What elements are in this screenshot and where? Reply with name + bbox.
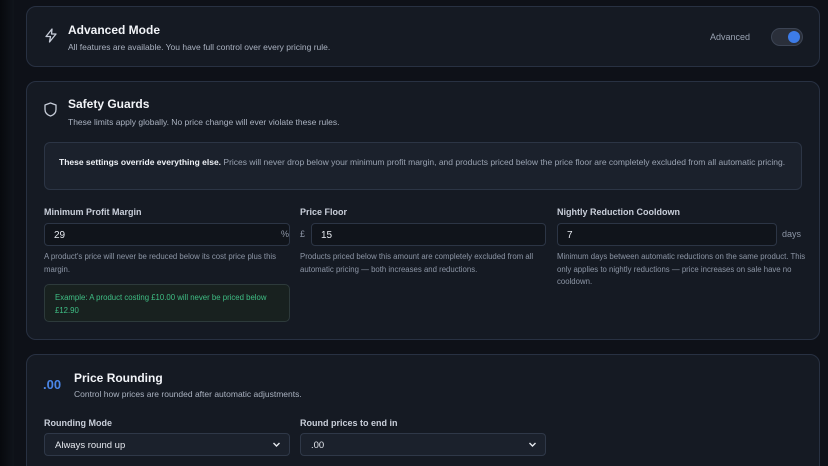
toggle-knob <box>788 31 800 43</box>
advanced-mode-toggle[interactable] <box>771 28 803 46</box>
price-rounding-card: .00 Price Rounding Control how prices ar… <box>26 354 820 466</box>
round-end-label: Round prices to end in <box>300 418 398 428</box>
rounding-mode-select[interactable]: Always round up <box>44 433 290 456</box>
margin-example: Example: A product costing £10.00 will n… <box>44 284 290 322</box>
shield-icon <box>44 102 57 122</box>
round-end-value: .00 <box>311 440 325 451</box>
min-margin-label: Minimum Profit Margin <box>44 207 142 217</box>
settings-page: Advanced Mode All features are available… <box>0 0 828 466</box>
cooldown-input[interactable]: 7 <box>557 223 777 246</box>
cooldown-unit: days <box>782 229 802 239</box>
safety-guards-description: These limits apply globally. No price ch… <box>68 117 340 127</box>
advanced-mode-description: All features are available. You have ful… <box>68 42 331 52</box>
price-floor-prefix: £ <box>300 229 306 239</box>
notice-text: Prices will never drop below your minimu… <box>221 157 786 167</box>
rounding-mode-label: Rounding Mode <box>44 418 112 428</box>
advanced-mode-title: Advanced Mode <box>68 23 161 37</box>
price-floor-label: Price Floor <box>300 207 348 217</box>
min-margin-unit: % <box>281 229 290 239</box>
advanced-toggle-label: Advanced <box>709 32 750 42</box>
safety-guards-card: Safety Guards These limits apply globall… <box>26 81 820 340</box>
price-rounding-title: Price Rounding <box>74 371 163 385</box>
chevron-down-icon <box>272 440 281 452</box>
price-floor-input[interactable]: 15 <box>311 223 546 246</box>
chevron-down-icon <box>528 440 537 452</box>
cooldown-help: Minimum days between automatic reduction… <box>557 252 806 286</box>
advanced-mode-card: Advanced Mode All features are available… <box>26 6 820 67</box>
round-end-select[interactable]: .00 <box>300 433 546 456</box>
safety-guards-title: Safety Guards <box>68 97 150 111</box>
cooldown-label: Nightly Reduction Cooldown <box>557 207 680 217</box>
min-margin-input[interactable]: 29 <box>44 223 290 246</box>
rounding-mode-value: Always round up <box>55 440 126 451</box>
lightning-icon <box>44 28 58 48</box>
price-rounding-description: Control how prices are rounded after aut… <box>74 389 302 399</box>
notice-bold: These settings override everything else. <box>59 157 222 167</box>
min-margin-help: A product's price will never be reduced … <box>44 252 277 274</box>
price-floor-help: Products priced below this amount are co… <box>300 252 534 274</box>
sidebar-edge <box>0 0 14 466</box>
decimal-icon: .00 <box>43 377 62 392</box>
override-notice: These settings override everything else.… <box>44 142 802 190</box>
